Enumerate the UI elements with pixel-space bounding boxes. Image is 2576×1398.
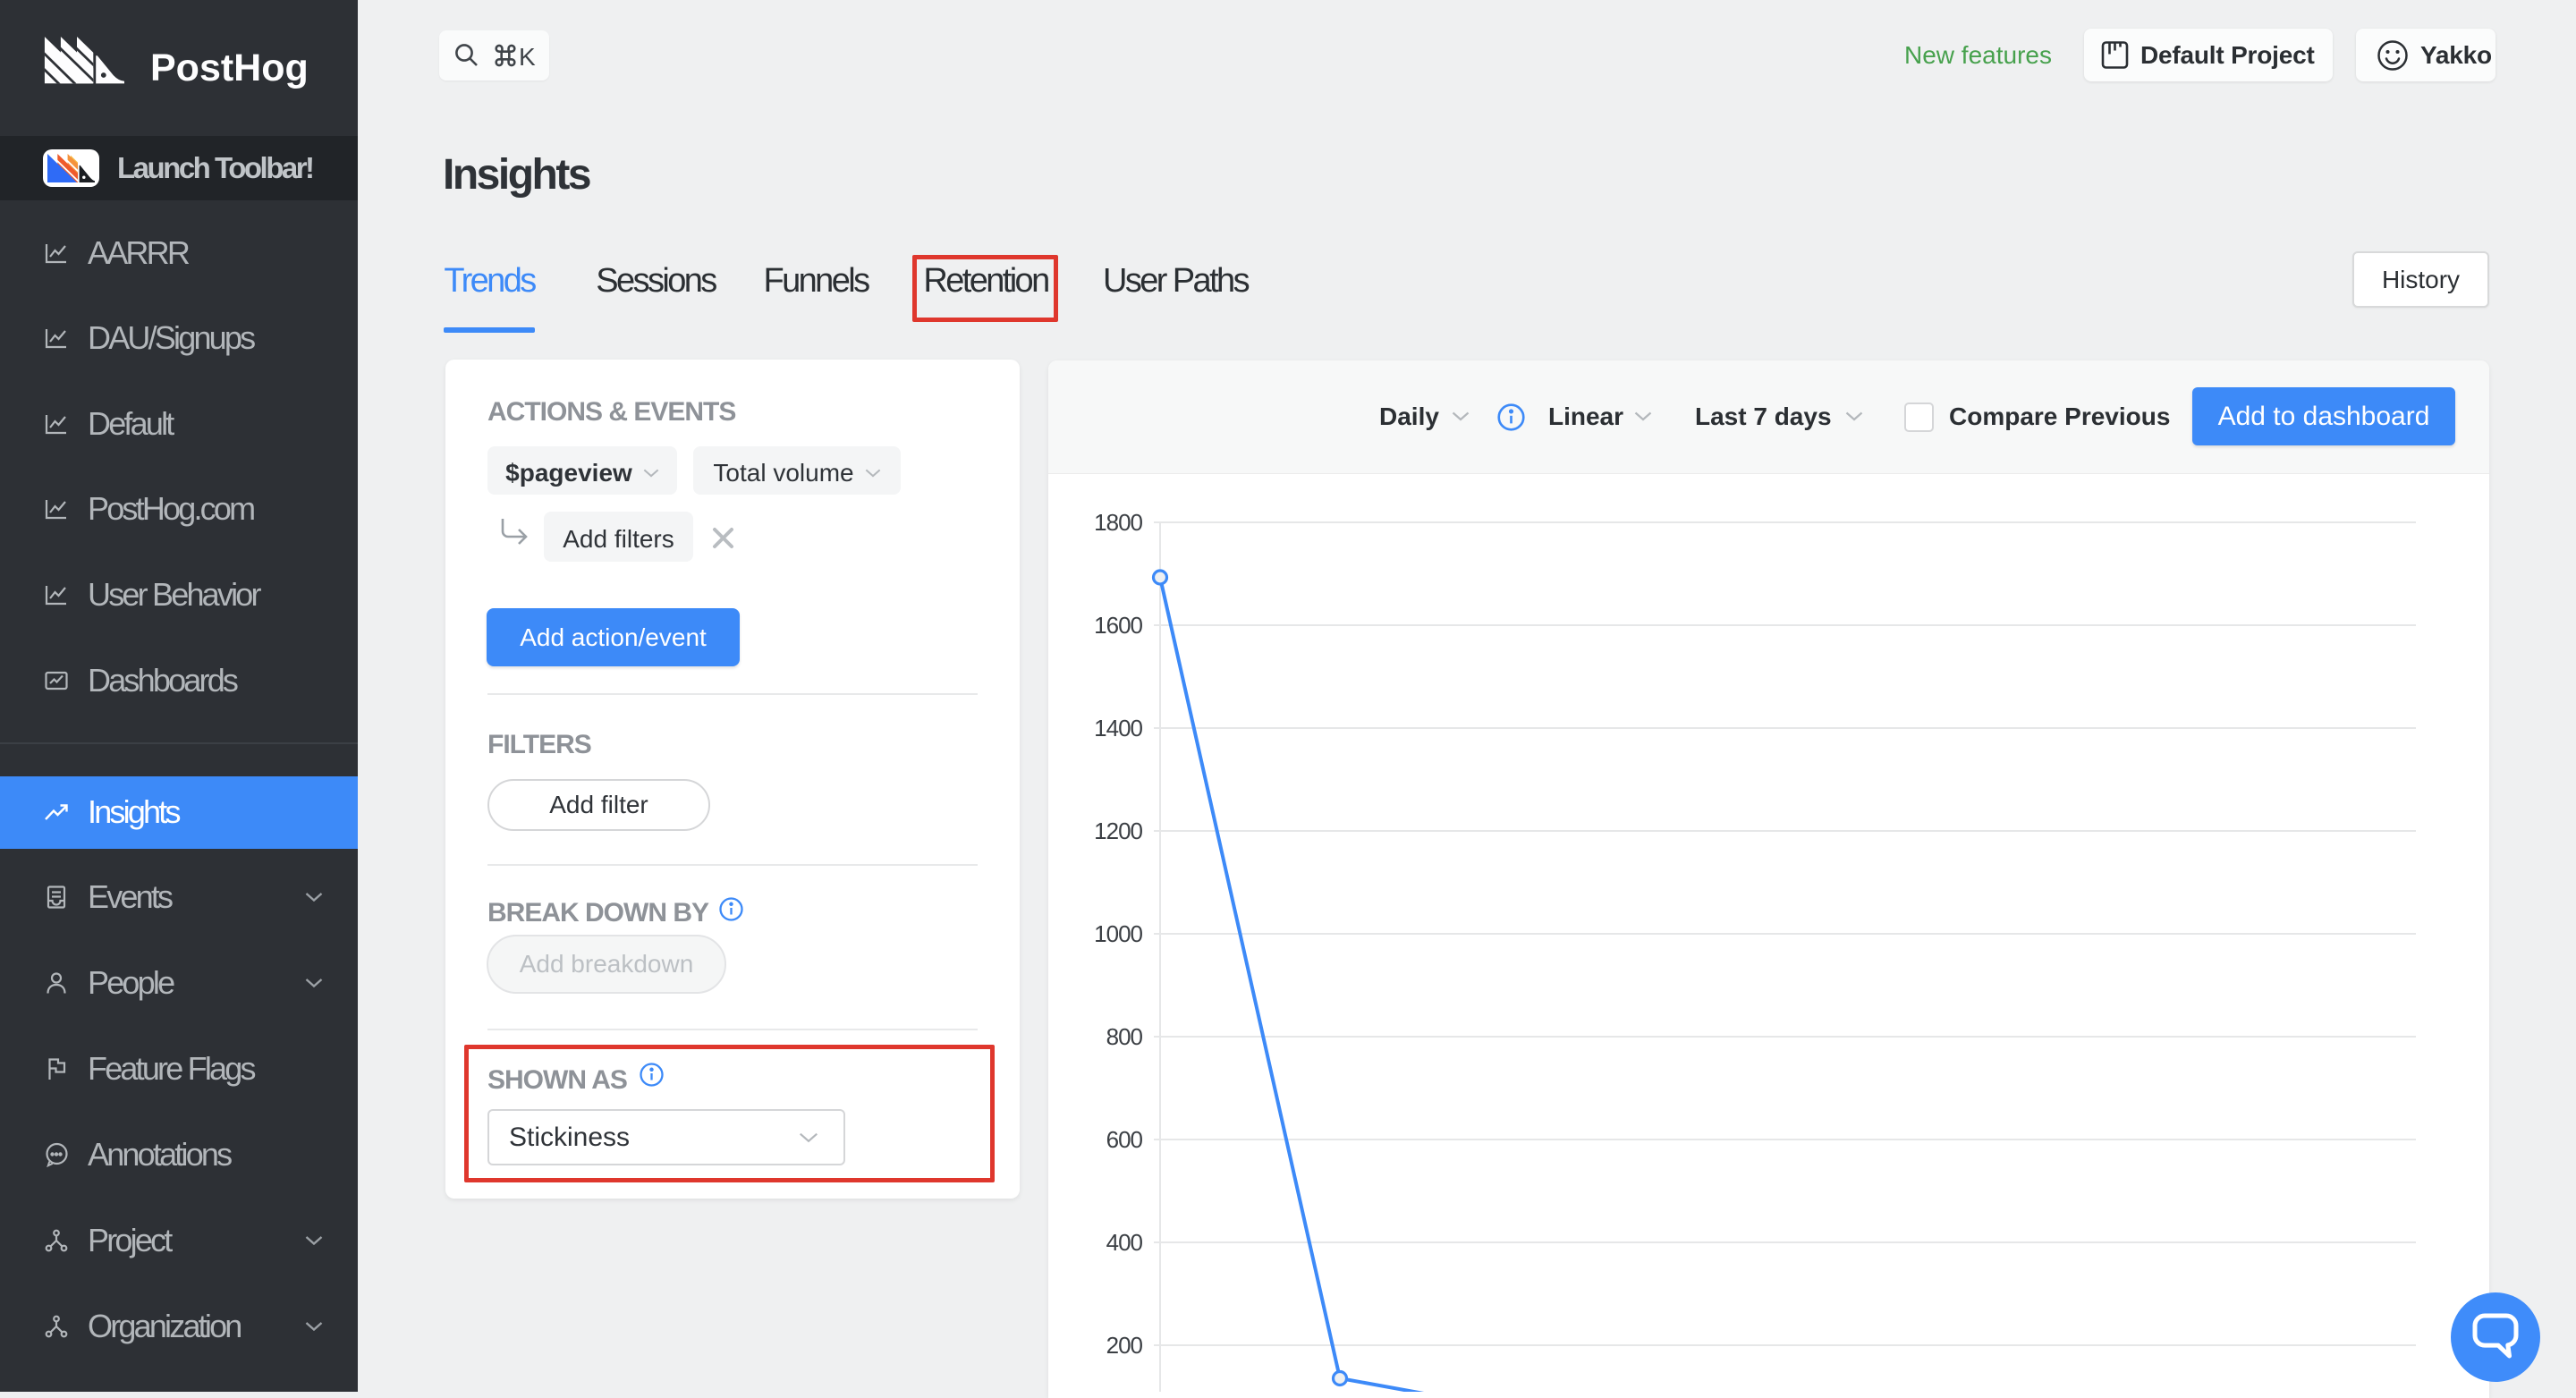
svg-text:400: 400 (1106, 1229, 1143, 1256)
svg-text:800: 800 (1106, 1023, 1143, 1050)
svg-text:1000: 1000 (1094, 920, 1142, 947)
svg-text:1200: 1200 (1094, 818, 1142, 844)
svg-text:600: 600 (1106, 1126, 1143, 1153)
svg-text:1600: 1600 (1094, 612, 1142, 639)
svg-text:1800: 1800 (1094, 509, 1142, 536)
svg-text:1400: 1400 (1094, 715, 1142, 741)
svg-text:200: 200 (1106, 1332, 1143, 1359)
